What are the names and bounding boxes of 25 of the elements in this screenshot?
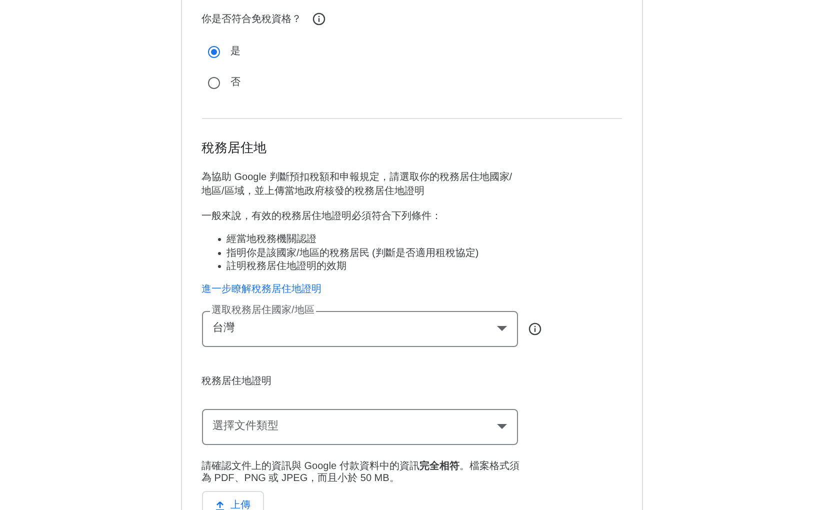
- criteria-intro: 一般來說，有效的稅務居住地證明必須符合下列條件：: [202, 210, 442, 224]
- bullet-icon: [218, 265, 220, 268]
- criteria-item: 經當地稅務機關認證: [226, 233, 316, 246]
- intro-text: 為協助 Google 判斷預扣稅額和申報規定，請選取你的稅務居住地國家/地區/區域，並上傳當地政府核發的稅務居住地證明: [202, 171, 514, 199]
- section-heading: 稅務居住地: [202, 139, 268, 157]
- question-label: 你是否符合免稅資格？: [202, 12, 302, 26]
- caret-icon: [496, 326, 506, 331]
- document-type-select[interactable]: 選擇文件類型: [202, 408, 518, 444]
- radio-button[interactable]: [208, 76, 220, 88]
- upload-button[interactable]: 上傳: [202, 490, 264, 510]
- info-icon[interactable]: [312, 12, 326, 26]
- certificate-label: 稅務居住地證明: [202, 374, 272, 388]
- criteria-item: 註明稅務居住地證明的效期: [226, 260, 346, 274]
- bullet-icon: [218, 238, 220, 242]
- radio-button[interactable]: [208, 46, 220, 58]
- criteria-item: 指明你是該國家/地區的稅務居民 (判斷是否適用租稅協定): [226, 246, 479, 260]
- bullet-icon: [218, 252, 220, 255]
- radio-option[interactable]: 否: [208, 67, 622, 98]
- file-requirements-note: 請確認文件上的資訊與 Google 付款資料中的資訊完全相符。檔案格式須為 PDF、PNG 或 JPEG，而且小於 50 MB。: [202, 460, 520, 484]
- field-label: 選取稅務居住國家/地區: [210, 304, 316, 316]
- radio-option[interactable]: 是: [208, 36, 622, 67]
- upload-icon: [214, 500, 224, 510]
- learn-more-link[interactable]: 進一步瞭解稅務居住地證明: [202, 282, 322, 296]
- info-icon[interactable]: [528, 322, 542, 336]
- caret-icon: [496, 424, 506, 429]
